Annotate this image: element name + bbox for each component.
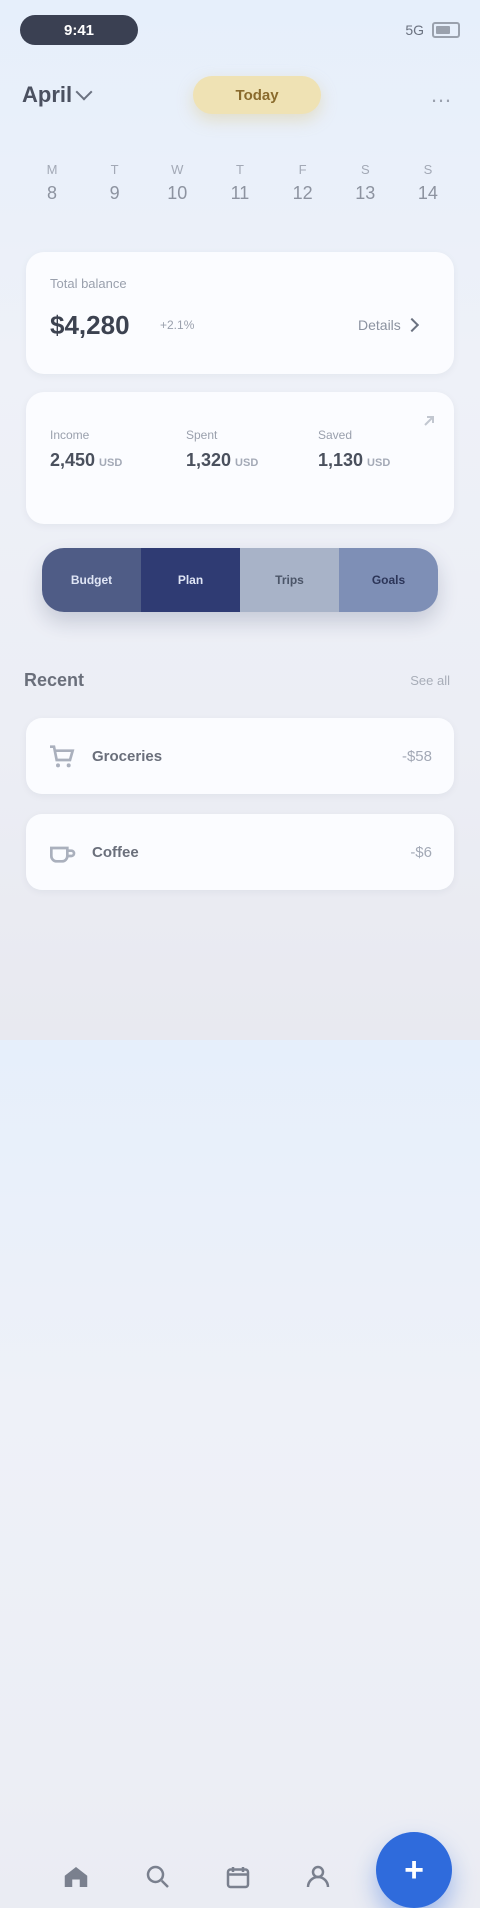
status-time: 9:41 bbox=[20, 15, 138, 45]
details-label: Details bbox=[358, 317, 401, 333]
balance-trend: +2.1% bbox=[160, 318, 195, 332]
stat-value: 1,320 USD bbox=[186, 450, 259, 470]
day-number: 12 bbox=[292, 183, 313, 203]
add-button[interactable]: + bbox=[376, 1832, 452, 1908]
bottom-nav: + bbox=[0, 900, 480, 1908]
balance-amount: $4,280 bbox=[50, 310, 130, 340]
section-title: Recent bbox=[24, 670, 85, 690]
day-item[interactable]: W 10 bbox=[155, 162, 199, 222]
day-item[interactable]: S 14 bbox=[406, 162, 450, 222]
today-button[interactable]: Today bbox=[193, 76, 322, 114]
signal-text: 5G bbox=[405, 22, 424, 38]
arrow-icon[interactable] bbox=[422, 414, 436, 428]
stat-saved: Saved 1,130 USD bbox=[318, 428, 438, 471]
day-label: T bbox=[110, 162, 119, 177]
stat-spent: Spent 1,320 USD bbox=[186, 428, 306, 471]
details-button[interactable]: Details bbox=[352, 310, 428, 340]
balance-label: Total balance bbox=[50, 276, 127, 291]
month-selector[interactable]: April bbox=[22, 82, 93, 108]
banner-segment: Plan bbox=[141, 548, 240, 612]
banner-segment: Trips bbox=[240, 548, 339, 612]
nav-search[interactable] bbox=[140, 1860, 176, 1896]
chevron-down-icon bbox=[75, 83, 93, 101]
recent-section-header: Recent See all bbox=[24, 670, 456, 691]
battery-icon bbox=[432, 22, 460, 38]
banner-segment: Budget bbox=[42, 548, 141, 612]
app-root: 9:41 5G April Today … M8 T9 W 10 T 11 F 12 … bbox=[0, 0, 480, 1908]
day-label: T bbox=[235, 162, 244, 177]
stat-label: Saved bbox=[318, 428, 353, 442]
day-item[interactable]: T9 bbox=[93, 162, 137, 222]
day-item[interactable]: M8 bbox=[30, 162, 74, 222]
calendar-icon bbox=[226, 1866, 250, 1888]
stat-label: Spent bbox=[186, 428, 218, 442]
search-icon bbox=[146, 1865, 169, 1888]
nav-profile[interactable] bbox=[300, 1860, 336, 1896]
stat-label: Income bbox=[50, 428, 90, 442]
coffee-icon bbox=[50, 846, 76, 863]
stat-income: Income 2,450 USD bbox=[50, 428, 170, 471]
header: April Today … bbox=[22, 70, 458, 120]
month-label: April bbox=[22, 82, 73, 107]
transaction-name: Groceries bbox=[92, 748, 163, 765]
day-item[interactable]: S 13 bbox=[343, 162, 387, 222]
see-all-button[interactable]: See all bbox=[404, 672, 456, 689]
banner-segment: Goals bbox=[339, 548, 438, 612]
day-label: S bbox=[423, 162, 433, 177]
stats-card: Income 2,450 USD Spent 1,320 USD Saved 1,1… bbox=[26, 392, 454, 524]
day-number: 11 bbox=[230, 183, 250, 203]
day-item[interactable]: F 12 bbox=[281, 162, 325, 222]
more-button[interactable]: … bbox=[424, 78, 458, 112]
status-indicators: 5G bbox=[405, 22, 460, 38]
transaction-name: Coffee bbox=[92, 844, 139, 861]
day-number: 10 bbox=[167, 183, 188, 203]
balance-card[interactable]: Total balance $4,280 +2.1% Details bbox=[26, 252, 454, 374]
transaction-row[interactable]: Coffee -$6 bbox=[26, 814, 454, 890]
transaction-row[interactable]: Groceries -$58 bbox=[26, 718, 454, 794]
day-label: F bbox=[298, 162, 307, 177]
nav-calendar[interactable] bbox=[220, 1860, 256, 1896]
promo-banner[interactable]: Budget Plan Trips Goals bbox=[42, 548, 438, 612]
day-label: S bbox=[360, 162, 370, 177]
status-bar: 9:41 5G bbox=[20, 14, 460, 46]
home-icon bbox=[64, 1866, 88, 1887]
nav-home[interactable] bbox=[58, 1860, 94, 1896]
stat-value: 2,450 USD bbox=[50, 450, 123, 470]
day-label: M bbox=[46, 162, 58, 177]
stat-value: 1,130 USD bbox=[318, 450, 391, 470]
day-number: 14 bbox=[417, 183, 438, 203]
day-number: 8 bbox=[46, 183, 57, 203]
week-strip: M8 T9 W 10 T 11 F 12 S 13 S 14 bbox=[30, 162, 450, 222]
day-number: 13 bbox=[355, 183, 376, 203]
user-icon bbox=[306, 1865, 330, 1887]
transaction-amount: -$6 bbox=[410, 844, 432, 861]
transaction-amount: -$58 bbox=[401, 748, 432, 765]
cart-icon bbox=[50, 745, 75, 768]
day-number: 9 bbox=[109, 183, 120, 203]
chevron-right-icon bbox=[404, 317, 419, 333]
day-item[interactable]: T 11 bbox=[218, 162, 262, 222]
day-label: W bbox=[171, 162, 184, 177]
